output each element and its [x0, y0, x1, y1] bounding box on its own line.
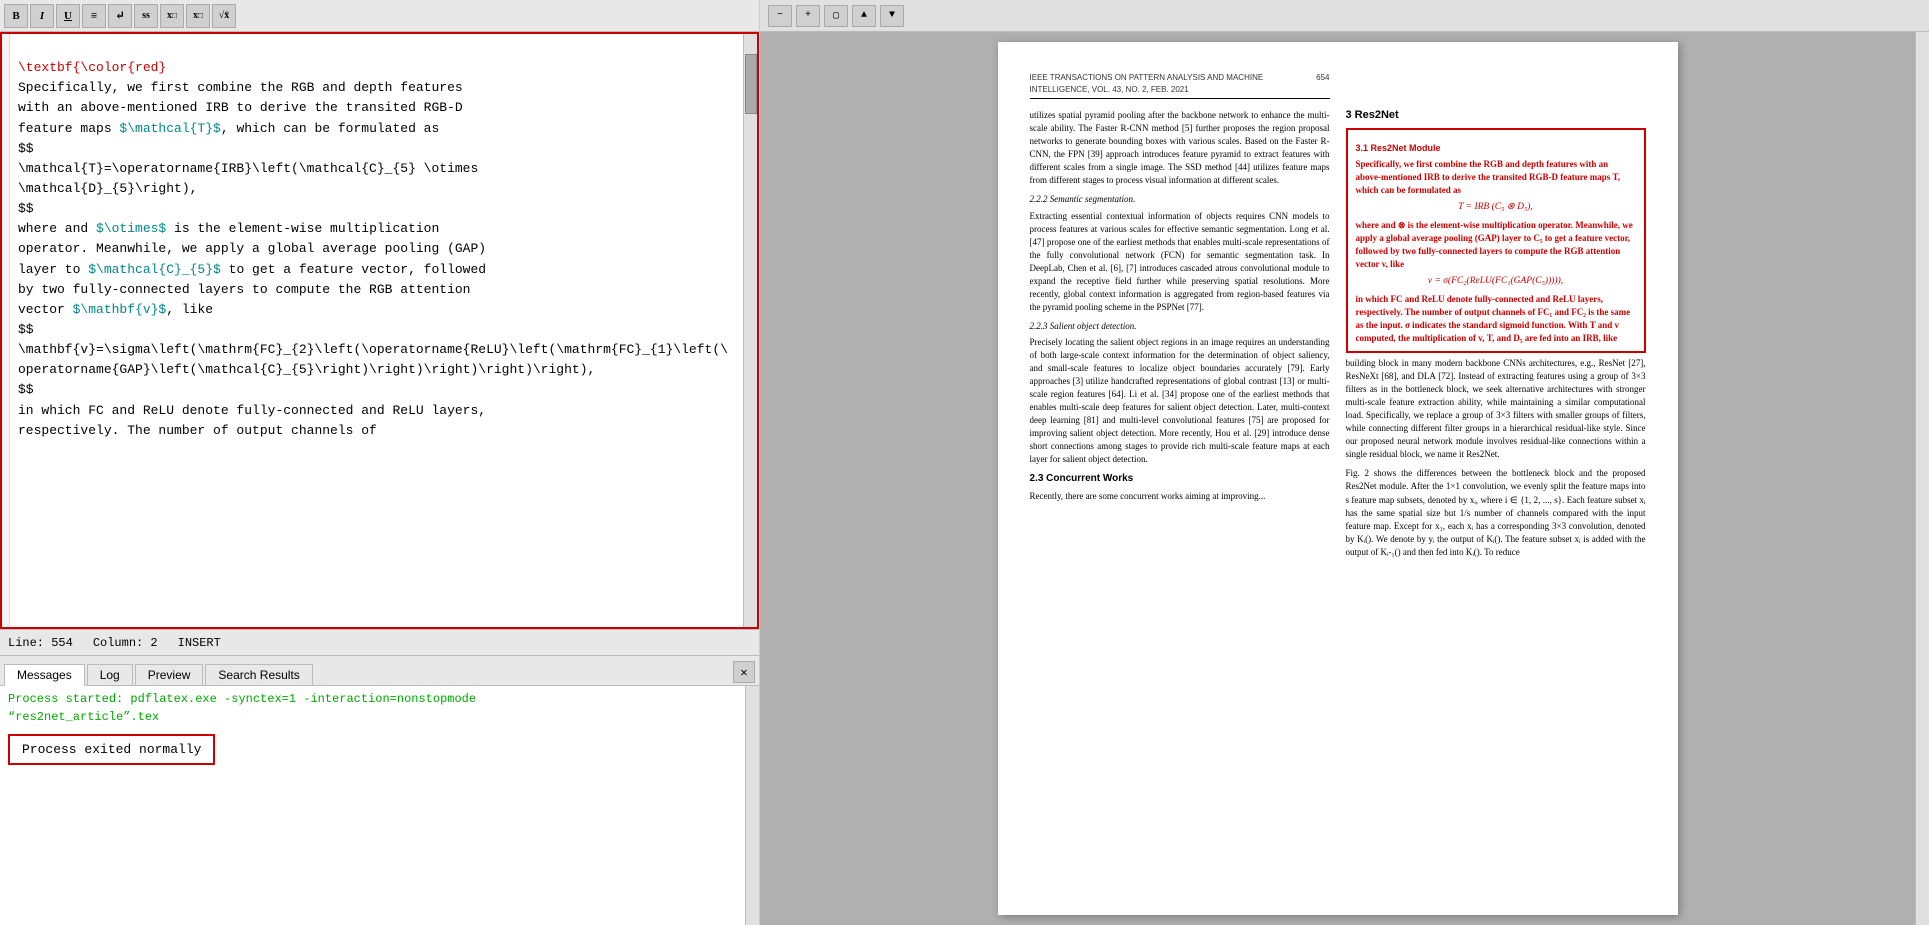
pdf-zoom-in[interactable]: + [796, 5, 820, 27]
status-line: Line: 554 [8, 636, 73, 650]
pdf-page-prev[interactable]: ▲ [852, 5, 876, 27]
status-mode: INSERT [178, 636, 221, 650]
code-line: in which FC and ReLU denote fully-connec… [18, 403, 486, 418]
code-line: \mathbf{v}=\sigma\left(\mathrm{FC}_{2}\l… [18, 342, 728, 377]
code-line: \mathcal{T}=\operatorname{IRB}\left(\mat… [18, 161, 478, 176]
enter-button[interactable]: ↵ [108, 4, 132, 28]
code-line: $$ [18, 322, 34, 337]
code-text[interactable]: \textbf{\color{red} Specifically, we fir… [10, 34, 743, 627]
code-line: respectively. The number of output chann… [18, 423, 377, 438]
tab-search-results[interactable]: Search Results [205, 664, 312, 685]
align-button[interactable]: ≡ [82, 4, 106, 28]
pdf-left-p2: Extracting essential contextual informat… [1030, 210, 1330, 314]
code-cyan4: $\mathbf{v}$ [73, 302, 167, 317]
code-line: feature maps $\mathcal{T}$, which can be… [18, 121, 439, 136]
pdf-right-column: 3 Res2Net 3.1 Res2Net Module Specificall… [1346, 72, 1646, 565]
tab-preview[interactable]: Preview [135, 664, 204, 685]
code-line: operator. Meanwhile, we apply a global a… [18, 241, 486, 256]
pdf-highlight-p2: where and ⊗ is the element-wise multipli… [1356, 219, 1636, 271]
superscript-button[interactable]: x□ [186, 4, 210, 28]
process-line-1: Process started: pdflatex.exe -synctex=1… [8, 692, 737, 706]
code-line: vector $\mathbf{v}$, like [18, 302, 213, 317]
pdf-math1: Τ = IRB (C₅ ⊗ D₅), [1356, 201, 1636, 215]
editor-toolbar: B I U ≡ ↵ ss x□ x□ √x̄ [0, 0, 759, 32]
process-line-2: “res2net_article”.tex [8, 710, 737, 724]
pdf-right-p1: building block in many modern backbone C… [1346, 357, 1646, 461]
fx-button[interactable]: √x̄ [212, 4, 236, 28]
code-line: $$ [18, 141, 34, 156]
pdf-header: IEEE TRANSACTIONS ON PATTERN ANALYSIS AN… [1030, 72, 1330, 99]
pdf-left-p1: utilizes spatial pyramid pooling after t… [1030, 109, 1330, 187]
code-line: with an above-mentioned IRB to derive th… [18, 100, 463, 115]
code-line: \mathcal{D}_{5}\right), [18, 181, 197, 196]
messages-scrollbar[interactable] [745, 686, 759, 925]
process-exited-text: Process exited normally [22, 742, 201, 757]
italic-button[interactable]: I [30, 4, 54, 28]
pdf-content: IEEE TRANSACTIONS ON PATTERN ANALYSIS AN… [998, 42, 1678, 915]
pdf-left-p4: Recently, there are some concurrent work… [1030, 490, 1330, 503]
pdf-page-next[interactable]: ▼ [880, 5, 904, 27]
pdf-left-p3: Precisely locating the salient object re… [1030, 336, 1330, 466]
status-column: Column: 2 [93, 636, 158, 650]
code-line: by two fully-connected layers to compute… [18, 282, 470, 297]
scrollbar-thumb[interactable] [745, 54, 757, 114]
pdf-left-sec3: 2.3 Concurrent Works [1030, 472, 1330, 487]
code-editor[interactable]: \textbf{\color{red} Specifically, we fir… [0, 32, 759, 629]
code-line: where and $\otimes$ is the element-wise … [18, 221, 439, 236]
pdf-zoom-out[interactable]: − [768, 5, 792, 27]
code-cyan3: $\mathcal{C}_{5}$ [88, 262, 221, 277]
pdf-highlight-box: 3.1 Res2Net Module Specifically, we firs… [1346, 128, 1646, 353]
subscript-button[interactable]: x□ [160, 4, 184, 28]
pdf-left-subsec1: 2.2.2 Semantic segmentation. [1030, 193, 1330, 206]
pdf-fit[interactable]: ▢ [824, 5, 848, 27]
underline-button[interactable]: U [56, 4, 80, 28]
pdf-highlight-p3: in which FC and ReLU denote fully-connec… [1356, 293, 1636, 345]
tab-log[interactable]: Log [87, 664, 133, 685]
ss-button[interactable]: ss [134, 4, 158, 28]
messages-panel: Messages Log Preview Search Results ✕ Pr… [0, 655, 759, 925]
messages-tabs: Messages Log Preview Search Results ✕ [0, 656, 759, 686]
line-numbers [2, 34, 10, 627]
pdf-header-right: 654 [1316, 72, 1329, 95]
pdf-scroll-area[interactable]: IEEE TRANSACTIONS ON PATTERN ANALYSIS AN… [760, 32, 1929, 925]
code-cyan: $\mathcal{T}$ [119, 121, 220, 136]
editor-panel: B I U ≡ ↵ ss x□ x□ √x̄ \textbf{\color{re… [0, 0, 760, 925]
pdf-page[interactable]: IEEE TRANSACTIONS ON PATTERN ANALYSIS AN… [760, 32, 1915, 925]
process-exited-box: Process exited normally [8, 734, 215, 765]
code-line: $$ [18, 382, 34, 397]
pdf-panel: − + ▢ ▲ ▼ IEEE TRANSACTIONS ON PATTERN A… [760, 0, 1929, 925]
editor-scrollbar[interactable] [743, 34, 757, 627]
pdf-left-column: IEEE TRANSACTIONS ON PATTERN ANALYSIS AN… [1030, 72, 1330, 565]
pdf-left-subsec2: 2.2.3 Salient object detection. [1030, 320, 1330, 333]
pdf-right-p2: Fig. 2 shows the differences between the… [1346, 467, 1646, 558]
pdf-section-title: 3 Res2Net [1346, 108, 1646, 124]
code-keyword-red: \textbf{\color{red} [18, 60, 166, 75]
messages-content: Process started: pdflatex.exe -synctex=1… [0, 686, 745, 925]
pdf-header-left: IEEE TRANSACTIONS ON PATTERN ANALYSIS AN… [1030, 72, 1317, 95]
pdf-scrollbar[interactable] [1915, 32, 1929, 925]
pdf-highlight-p1: Specifically, we first combine the RGB a… [1356, 158, 1636, 197]
close-messages-button[interactable]: ✕ [733, 661, 755, 683]
code-line: Specifically, we first combine the RGB a… [18, 80, 463, 95]
code-line: layer to $\mathcal{C}_{5}$ to get a feat… [18, 262, 486, 277]
pdf-subsection-title: 3.1 Res2Net Module [1356, 142, 1636, 155]
code-cyan2: $\otimes$ [96, 221, 166, 236]
tab-messages[interactable]: Messages [4, 664, 85, 686]
bold-button[interactable]: B [4, 4, 28, 28]
pdf-math2: v = σ(FC₂(ReLU(FC₁(GAP(C₅))))), [1356, 275, 1636, 289]
pdf-toolbar: − + ▢ ▲ ▼ [760, 0, 1929, 32]
code-line: $$ [18, 201, 34, 216]
editor-status-bar: Line: 554 Column: 2 INSERT [0, 629, 759, 655]
